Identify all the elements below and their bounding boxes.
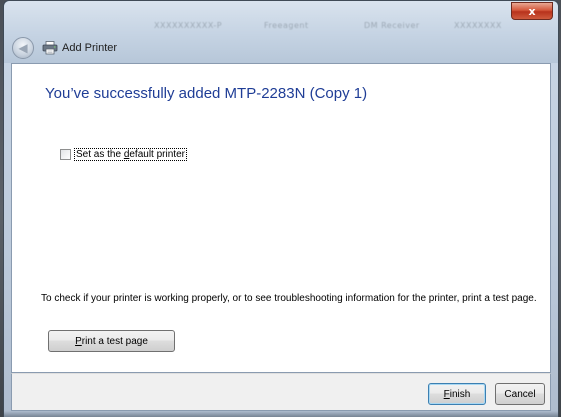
taskbar-reflection-item: XXXXXXXXXX-P [154, 21, 223, 30]
button-label: Cancel [504, 388, 536, 400]
close-button[interactable]: x [511, 2, 553, 20]
print-test-page-button[interactable]: Print a test page [48, 330, 175, 352]
window-title: Add Printer [62, 42, 118, 54]
title-bar[interactable]: XXXXXXXXXX-P Freeagent DM Receiver XXXXX… [4, 1, 558, 63]
label-text-start: Set as the [76, 149, 124, 160]
page-title: You’ve successfully added MTP-2283N (Cop… [45, 85, 368, 102]
taskbar-reflection-item: XXXXXXXX [454, 21, 502, 30]
back-arrow-icon: ◀ [18, 41, 28, 55]
window-bottom-frame [4, 411, 558, 417]
add-printer-window: XXXXXXXXXX-P Freeagent DM Receiver XXXXX… [3, 0, 559, 417]
navigation-row: ◀ Add Printer [12, 37, 117, 59]
printer-icon [42, 41, 58, 55]
default-printer-checkbox[interactable] [60, 149, 71, 160]
taskbar-reflection-item: Freeagent [264, 21, 309, 30]
background-taskbar-reflection: XXXXXXXXXX-P Freeagent DM Receiver XXXXX… [124, 13, 544, 31]
button-label: rint a test page [81, 335, 148, 347]
wizard-footer: Finish Cancel [11, 373, 551, 411]
test-page-info-text: To check if your printer is working prop… [41, 293, 537, 304]
taskbar-reflection-item: DM Receiver [364, 21, 420, 30]
button-mnemonic: P [75, 335, 82, 347]
button-label: inish [449, 388, 471, 400]
cancel-button[interactable]: Cancel [495, 383, 545, 405]
finish-button[interactable]: Finish [428, 383, 486, 405]
back-button[interactable]: ◀ [12, 37, 34, 59]
close-icon: x [528, 4, 536, 18]
wizard-content: You’ve successfully added MTP-2283N (Cop… [11, 63, 551, 373]
default-printer-option[interactable]: Set as the default printer [60, 148, 187, 161]
label-text-end: efault printer [129, 149, 185, 160]
default-printer-label[interactable]: Set as the default printer [74, 148, 187, 161]
